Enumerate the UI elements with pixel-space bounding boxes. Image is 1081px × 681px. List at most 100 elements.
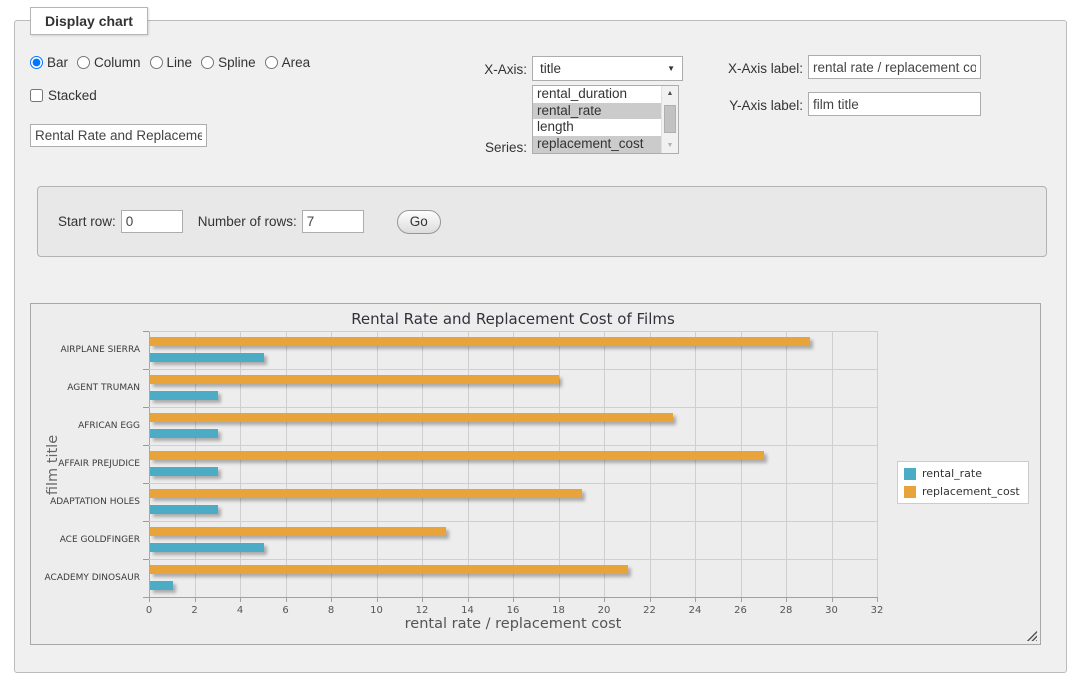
series-options: rental_durationrental_ratelengthreplacem… <box>533 86 661 153</box>
bar-replacement_cost <box>150 337 810 346</box>
legend-label: rental_rate <box>922 467 982 480</box>
chart-type-option-line[interactable]: Line <box>150 55 193 70</box>
num-rows-label: Number of rows: <box>198 214 297 229</box>
band-separator <box>149 521 877 522</box>
x-axis-label-label: X-Axis label: <box>690 61 803 76</box>
y-tick <box>143 369 149 370</box>
bar-rental_rate <box>150 543 264 552</box>
x-tick-label: 20 <box>598 605 611 616</box>
chart-type-radio-spline[interactable] <box>201 56 214 69</box>
category-label: AFFAIR PREJUDICE <box>58 459 140 469</box>
gridline <box>786 331 787 597</box>
series-option-rental_rate[interactable]: rental_rate <box>533 103 661 120</box>
chart-title-input[interactable] <box>30 124 207 147</box>
panel-legend: Display chart <box>30 7 148 35</box>
stacked-label: Stacked <box>48 88 97 103</box>
scrollbar-thumb[interactable] <box>664 105 676 133</box>
x-axis-line <box>143 597 877 598</box>
plot-area: 02468101214161820222426283032AIRPLANE SI… <box>149 331 877 597</box>
category-label: ADAPTATION HOLES <box>50 497 140 507</box>
x-tick-label: 4 <box>237 605 243 616</box>
band-separator <box>149 369 877 370</box>
chart-type-label: Area <box>282 55 311 70</box>
bar-replacement_cost <box>150 565 628 574</box>
bar-replacement_cost <box>150 489 582 498</box>
chevron-down-icon: ▼ <box>667 64 675 73</box>
category-label: AGENT TRUMAN <box>67 383 140 393</box>
chart-type-label: Column <box>94 55 141 70</box>
x-tick-label: 18 <box>552 605 565 616</box>
x-tick-label: 2 <box>191 605 197 616</box>
x-tick-label: 16 <box>507 605 520 616</box>
series-option-rental_duration[interactable]: rental_duration <box>533 86 661 103</box>
x-axis-select-value: title <box>540 61 561 76</box>
gridline <box>149 331 150 597</box>
x-tick-label: 8 <box>328 605 334 616</box>
x-tick-label: 32 <box>871 605 884 616</box>
x-tick-label: 24 <box>689 605 702 616</box>
band-separator <box>149 483 877 484</box>
num-rows-input[interactable] <box>302 210 364 233</box>
gridline <box>422 331 423 597</box>
chart-type-option-column[interactable]: Column <box>77 55 141 70</box>
chart-type-option-bar[interactable]: Bar <box>30 55 68 70</box>
series-scrollbar[interactable]: ▲ ▼ <box>661 86 678 153</box>
chart-type-label: Line <box>167 55 193 70</box>
chart-type-option-spline[interactable]: Spline <box>201 55 256 70</box>
x-tick <box>877 597 878 602</box>
y-axis-label-input[interactable] <box>808 92 981 116</box>
category-label: ACE GOLDFINGER <box>60 535 140 545</box>
legend-label: replacement_cost <box>922 485 1020 498</box>
legend-swatch-icon <box>904 486 916 498</box>
x-tick-label: 12 <box>416 605 429 616</box>
series-list-label: Series: <box>445 140 527 155</box>
gridline <box>513 331 514 597</box>
category-label: AFRICAN EGG <box>78 421 140 431</box>
stacked-checkbox[interactable] <box>30 89 43 102</box>
bar-rental_rate <box>150 505 218 514</box>
bar-replacement_cost <box>150 413 673 422</box>
gridline <box>695 331 696 597</box>
gridline <box>650 331 651 597</box>
gridline <box>468 331 469 597</box>
scroll-up-icon[interactable]: ▲ <box>662 86 678 101</box>
y-tick <box>143 445 149 446</box>
bar-replacement_cost <box>150 375 559 384</box>
category-label: AIRPLANE SIERRA <box>60 345 140 355</box>
gridline <box>377 331 378 597</box>
stacked-checkbox-row[interactable]: Stacked <box>30 88 97 103</box>
x-axis-select[interactable]: title ▼ <box>532 56 683 81</box>
chart-type-label: Bar <box>47 55 68 70</box>
chart-type-radio-line[interactable] <box>150 56 163 69</box>
go-button[interactable]: Go <box>397 210 441 234</box>
start-row-input[interactable] <box>121 210 183 233</box>
x-axis-label-input[interactable] <box>808 55 981 79</box>
y-tick <box>143 331 149 332</box>
x-tick-label: 6 <box>282 605 288 616</box>
series-option-length[interactable]: length <box>533 119 661 136</box>
chart-type-radio-bar[interactable] <box>30 56 43 69</box>
category-label: ACADEMY DINOSAUR <box>45 573 140 583</box>
chart-type-option-area[interactable]: Area <box>265 55 311 70</box>
x-tick-label: 22 <box>643 605 656 616</box>
chart-type-radio-column[interactable] <box>77 56 90 69</box>
resize-grip-icon[interactable] <box>1026 630 1037 641</box>
page: Display chart Bar Column Line Spline Area St… <box>0 0 1081 681</box>
x-tick-label: 0 <box>146 605 152 616</box>
gridline <box>331 331 332 597</box>
band-separator <box>149 445 877 446</box>
gridline <box>286 331 287 597</box>
scroll-down-icon[interactable]: ▼ <box>662 138 678 153</box>
gridline <box>604 331 605 597</box>
gridline <box>195 331 196 597</box>
x-tick-label: 28 <box>780 605 793 616</box>
series-listbox[interactable]: rental_durationrental_ratelengthreplacem… <box>532 85 679 154</box>
x-tick-label: 30 <box>825 605 838 616</box>
bar-rental_rate <box>150 429 218 438</box>
series-option-replacement_cost[interactable]: replacement_cost <box>533 136 661 153</box>
chart-type-radio-area[interactable] <box>265 56 278 69</box>
bar-rental_rate <box>150 391 218 400</box>
x-axis-select-label: X-Axis: <box>445 62 527 77</box>
legend-item-rental_rate: rental_rate <box>904 467 1020 480</box>
bar-replacement_cost <box>150 451 764 460</box>
